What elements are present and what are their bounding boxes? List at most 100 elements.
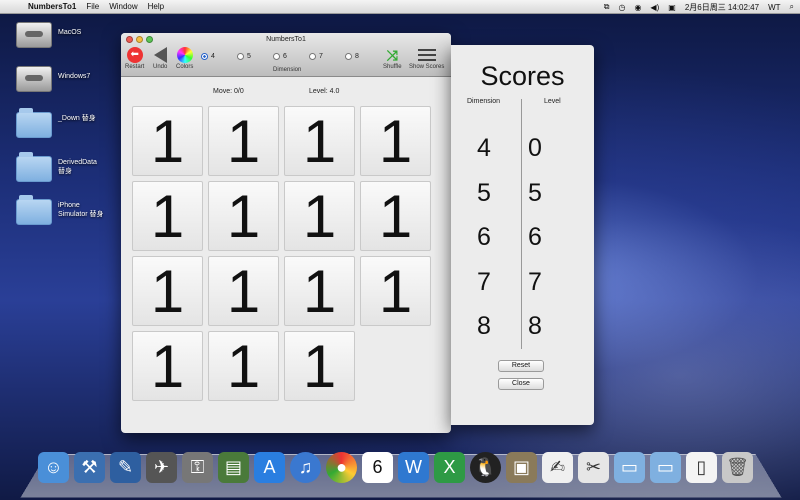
desktop-icon-label: MacOS <box>58 29 82 36</box>
score-dimension-value: 5 <box>477 178 491 207</box>
photos-icon[interactable]: ▣ <box>506 452 537 483</box>
scores-panel: Scores Dimension Level 4 5 6 7 8 0 5 6 7… <box>451 45 594 425</box>
dock-icons: ☺ ⚒ ✎ ✈ ⚿ ▤ A ♫ ● 6 W X 🐧 ▣ ✍ ✂ ▭ ▭ ▯ 🗑 <box>38 452 753 483</box>
calendar-icon[interactable]: 6 <box>362 452 393 483</box>
desktop-icon-macos[interactable]: MacOS <box>16 22 112 52</box>
user-name[interactable]: WT <box>768 3 780 12</box>
zip-icon[interactable]: ▯ <box>686 452 717 483</box>
textedit-icon[interactable]: ✍ <box>542 452 573 483</box>
number-tile[interactable]: 1 <box>208 331 279 401</box>
chrome-icon[interactable]: ● <box>326 452 357 483</box>
finder-icon[interactable]: ☺ <box>38 452 69 483</box>
restart-icon: ⬅ <box>126 47 143 63</box>
number-tile[interactable]: 1 <box>208 181 279 251</box>
dimension-label: Dimension <box>273 67 302 73</box>
desktop-icon-iphone-simulator-alias[interactable]: iPhone Simulator 替身 <box>16 195 112 225</box>
dimension-radio-8[interactable]: 8 <box>345 53 359 60</box>
screen-share-icon[interactable]: ⧉ <box>604 2 610 12</box>
undo-label: Undo <box>153 64 168 70</box>
desktop-icon-label: DerivedData 替身 <box>58 159 97 175</box>
keychain-icon[interactable]: ⚿ <box>182 452 213 483</box>
qq-icon[interactable]: 🐧 <box>470 452 501 483</box>
level-column-header: Level <box>544 98 561 105</box>
desktop-icon-label: iPhone Simulator 替身 <box>58 202 104 218</box>
desktop-icon-windows7[interactable]: Windows7 <box>16 66 112 96</box>
menu-bar: NumbersTo1 File Window Help ⧉ ◷ ◉ ◀) ▣ 2… <box>0 0 800 14</box>
menu-window[interactable]: Window <box>109 2 137 11</box>
window-title: NumbersTo1 <box>266 36 306 43</box>
hard-drive-icon <box>16 66 52 92</box>
trash-icon[interactable]: 🗑 <box>722 452 753 483</box>
undo-button[interactable]: Undo <box>153 47 167 70</box>
dimension-column-header: Dimension <box>467 98 501 105</box>
score-level-value: 6 <box>528 223 542 251</box>
number-tile[interactable]: 1 <box>132 106 203 176</box>
desktop-icon-down-alias[interactable]: _Down 替身 <box>16 108 112 138</box>
number-tile[interactable]: 1 <box>208 106 279 176</box>
number-tile[interactable]: 1 <box>360 256 431 326</box>
list-icon <box>417 47 436 63</box>
desktop-icon-label: _Down 替身 <box>58 115 96 122</box>
color-wheel-icon <box>176 47 193 63</box>
level-column: 0 5 6 7 8 <box>528 133 542 356</box>
xcode-icon[interactable]: ⚒ <box>74 452 105 483</box>
score-level-value: 8 <box>528 312 542 340</box>
input-method-icon[interactable]: ▣ <box>668 3 676 12</box>
shuffle-button[interactable]: ⤨ Shuffle <box>383 47 402 70</box>
number-tile[interactable]: 1 <box>284 106 355 176</box>
number-tile[interactable]: 1 <box>360 181 431 251</box>
number-tile[interactable]: 1 <box>132 181 203 251</box>
menu-app-name[interactable]: NumbersTo1 <box>28 2 76 11</box>
score-level-value: 7 <box>528 267 542 296</box>
preview-icon[interactable]: ▤ <box>218 452 249 483</box>
dimension-radio-7[interactable]: 7 <box>309 53 323 60</box>
number-tile[interactable]: 1 <box>132 256 203 326</box>
reset-button[interactable]: Reset <box>498 360 544 372</box>
dimension-option-label: 6 <box>283 53 287 60</box>
radio-icon <box>237 53 244 60</box>
dimension-radio-5[interactable]: 5 <box>237 53 251 60</box>
number-tile[interactable]: 1 <box>284 331 355 401</box>
folder-icon <box>16 108 52 138</box>
appstore-icon[interactable]: A <box>254 452 285 483</box>
score-dimension-value: 6 <box>477 223 491 251</box>
word-icon[interactable]: W <box>398 452 429 483</box>
score-level-value: 5 <box>528 178 542 207</box>
number-tile[interactable]: 1 <box>284 256 355 326</box>
column-divider <box>521 99 522 349</box>
menu-help[interactable]: Help <box>148 2 164 11</box>
folder-icon <box>16 195 52 225</box>
scripts-icon[interactable]: ✂ <box>578 452 609 483</box>
show-scores-label: Show Scores <box>409 64 445 70</box>
restart-button[interactable]: ⬅ Restart <box>125 47 144 70</box>
number-tile[interactable]: 1 <box>284 181 355 251</box>
menu-file[interactable]: File <box>86 2 99 11</box>
spotlight-icon[interactable]: ⌕ <box>790 2 794 12</box>
show-scores-button[interactable]: Show Scores <box>409 47 444 70</box>
radio-icon <box>273 53 280 60</box>
dimension-radio-4[interactable]: 4 <box>201 53 215 60</box>
desktop-icon-label: Windows7 <box>58 73 91 80</box>
excel-icon[interactable]: X <box>434 452 465 483</box>
number-tile[interactable]: 1 <box>360 106 431 176</box>
volume-icon[interactable]: ◀) <box>650 3 659 12</box>
downloads-folder-icon[interactable]: ▭ <box>614 452 645 483</box>
itunes-icon[interactable]: ♫ <box>290 452 321 483</box>
launchpad-icon[interactable]: ✈ <box>146 452 177 483</box>
colors-button[interactable]: Colors <box>176 47 193 70</box>
clock-text[interactable]: 2月6日周三 14:02:47 <box>685 2 759 13</box>
documents-folder-icon[interactable]: ▭ <box>650 452 681 483</box>
instruments-icon[interactable]: ✎ <box>110 452 141 483</box>
dimension-radio-6[interactable]: 6 <box>273 53 287 60</box>
number-tile[interactable]: 1 <box>132 331 203 401</box>
dimension-option-label: 4 <box>211 53 215 60</box>
hard-drive-icon <box>16 22 52 48</box>
time-machine-icon[interactable]: ◷ <box>618 3 625 12</box>
desktop-icon-deriveddata-alias[interactable]: DerivedData 替身 <box>16 152 112 182</box>
number-tile[interactable]: 1 <box>208 256 279 326</box>
close-button[interactable]: Close <box>498 378 544 390</box>
restart-label: Restart <box>125 64 145 70</box>
wifi-icon[interactable]: ◉ <box>634 3 641 12</box>
radio-selected-icon <box>201 53 208 60</box>
radio-icon <box>345 53 352 60</box>
